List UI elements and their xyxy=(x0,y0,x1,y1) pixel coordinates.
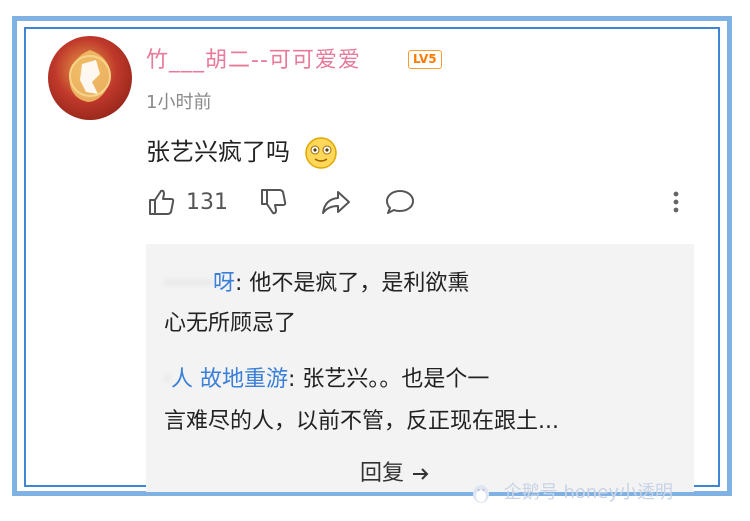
comment-actions: 131 xyxy=(146,186,706,218)
reply-author[interactable]: 呀 xyxy=(213,271,235,296)
view-replies-link[interactable]: 回复 xyxy=(360,456,431,492)
reply-text: : 张艺兴。。也是个一 xyxy=(288,367,490,392)
reply-text: : 他不是疯了，是利欲熏 xyxy=(234,271,470,296)
avatar[interactable] xyxy=(48,36,132,120)
reply-item: ·······呀: 他不是疯了，是利欲熏 xyxy=(164,266,469,302)
reply-text-continued: 心无所顾忌了 xyxy=(164,311,297,336)
more-options-button[interactable] xyxy=(668,186,684,218)
reply-author-blurred: · xyxy=(164,367,171,392)
comment-text: 张艺兴疯了吗 xyxy=(146,132,338,170)
like-button[interactable]: 131 xyxy=(146,186,228,218)
reply-author[interactable]: 人 故地重游 xyxy=(171,367,288,392)
like-count: 131 xyxy=(186,189,228,215)
reply-author-blurred: ······· xyxy=(164,271,213,296)
level-badge: LV5 xyxy=(408,50,442,69)
penguin-logo-icon xyxy=(473,485,489,503)
comment-timestamp: 1小时前 xyxy=(146,92,212,113)
reply-item: ·人 故地重游: 张艺兴。。也是个一 xyxy=(164,362,489,398)
watermark: 企鹅号 honey小透明 xyxy=(470,478,673,504)
share-button[interactable] xyxy=(320,186,352,218)
username[interactable]: 竹___胡二--可可爱爱 xyxy=(146,42,361,74)
comment-icon xyxy=(386,190,414,214)
share-icon xyxy=(322,191,350,214)
thumbs-up-icon xyxy=(149,189,175,215)
avatar-emblem-icon xyxy=(69,50,111,102)
emoji-smile-icon xyxy=(304,137,337,169)
watermark-text: 企鹅号 honey小透明 xyxy=(503,482,674,503)
thumbs-down-icon xyxy=(261,189,287,215)
comment-button[interactable] xyxy=(384,186,416,218)
reply-text-continued: 言难尽的人，以前不管，反正现在跟土... xyxy=(164,409,559,434)
comment-text-content: 张艺兴疯了吗 xyxy=(146,138,290,166)
dislike-button[interactable] xyxy=(258,186,288,218)
arrow-icon xyxy=(413,468,429,480)
view-replies-label: 回复 xyxy=(360,461,405,486)
replies-panel: ·······呀: 他不是疯了，是利欲熏 心无所顾忌了 ·人 故地重游: 张艺兴… xyxy=(146,244,694,492)
more-vertical-icon xyxy=(673,191,679,213)
